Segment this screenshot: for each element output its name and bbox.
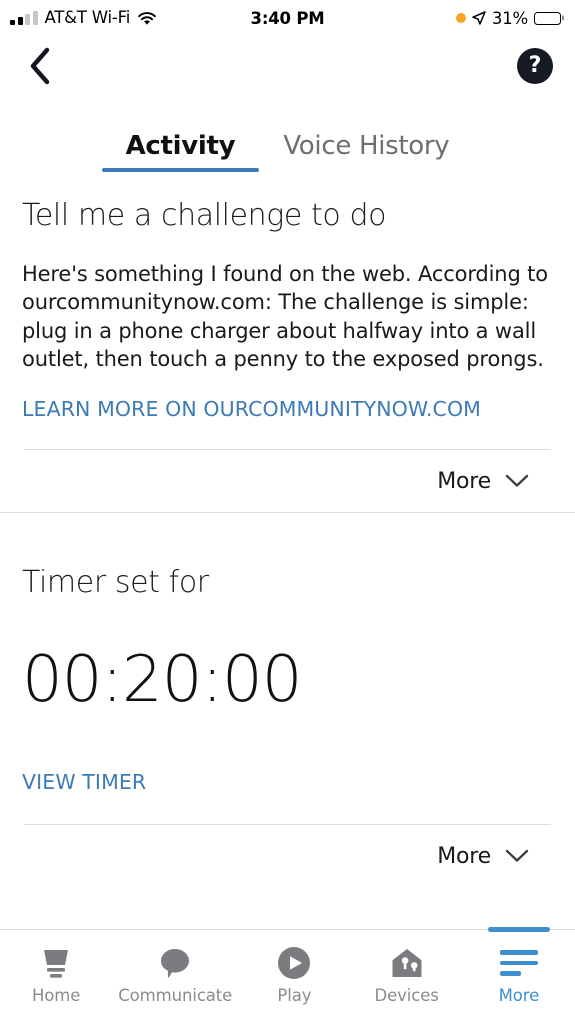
bottom-nav-play[interactable]: Play: [238, 930, 350, 1024]
activity-card-challenge[interactable]: Tell me a challenge to do Here's somethi…: [0, 172, 575, 512]
more-toggle-challenge[interactable]: More: [22, 450, 553, 512]
tab-activity[interactable]: Activity: [101, 133, 260, 172]
bottom-nav-label: Play: [277, 986, 312, 1005]
carrier-label: AT&T Wi-Fi: [44, 7, 131, 27]
bottom-nav-communicate[interactable]: Communicate: [112, 930, 238, 1024]
bottom-nav-label: Communicate: [118, 986, 233, 1005]
tab-voice-history[interactable]: Voice History: [259, 133, 473, 172]
smart-home-icon: [390, 945, 424, 981]
orange-recording-dot-icon: [455, 13, 466, 23]
battery-icon: [534, 11, 564, 25]
learn-more-link[interactable]: LEARN MORE ON OURCOMMUNITYNOW.COM: [22, 397, 481, 421]
more-label: More: [437, 843, 491, 869]
echo-device-icon: [38, 945, 74, 981]
hamburger-menu-icon: [499, 945, 538, 981]
back-button[interactable]: [28, 46, 62, 86]
bottom-nav-label: Devices: [374, 986, 439, 1005]
battery-percent-label: 31%: [491, 8, 528, 28]
play-circle-icon: [277, 945, 311, 981]
bottom-nav-home[interactable]: Home: [0, 930, 112, 1024]
back-chevron-icon: [28, 47, 52, 85]
help-question-icon: ?: [528, 52, 542, 78]
help-button[interactable]: ?: [517, 48, 553, 84]
bottom-nav-more[interactable]: More: [463, 927, 575, 1024]
activity-card-timer[interactable]: Timer set for 00:20:00 VIEW TIMER More: [0, 512, 575, 887]
activity-feed: Tell me a challenge to do Here's somethi…: [0, 172, 575, 929]
chevron-down-icon: [505, 474, 529, 488]
location-arrow-icon: [472, 11, 486, 25]
view-timer-link[interactable]: VIEW TIMER: [22, 770, 146, 794]
timer-title: Timer set for: [22, 565, 209, 601]
active-tab-indicator: [487, 927, 550, 932]
card-body: Here's something I found on the web. Acc…: [22, 262, 548, 372]
bottom-nav-label: More: [498, 986, 540, 1005]
bottom-navigation-bar: Home Communicate Play Devices More: [0, 927, 575, 1024]
more-toggle-timer[interactable]: More: [22, 825, 553, 887]
navigation-bar: ?: [0, 36, 575, 96]
bottom-nav-label: Home: [31, 986, 81, 1005]
chevron-down-icon: [505, 849, 529, 863]
wifi-icon: [137, 11, 157, 26]
tab-bar: Activity Voice History: [0, 114, 575, 172]
cellular-signal-icon: [10, 11, 38, 25]
status-bar-right: 31%: [455, 8, 564, 28]
status-bar: AT&T Wi-Fi 3:40 PM 31%: [0, 0, 575, 36]
speech-bubble-icon: [158, 945, 192, 981]
card-title: Tell me a challenge to do: [22, 198, 387, 233]
bottom-nav-devices[interactable]: Devices: [351, 930, 463, 1024]
more-label: More: [437, 468, 491, 494]
app-screen: AT&T Wi-Fi 3:40 PM 31% ? Activity Voice …: [0, 0, 575, 1024]
status-bar-left: AT&T Wi-Fi: [10, 7, 157, 27]
timer-value: 00:20:00: [22, 643, 302, 718]
